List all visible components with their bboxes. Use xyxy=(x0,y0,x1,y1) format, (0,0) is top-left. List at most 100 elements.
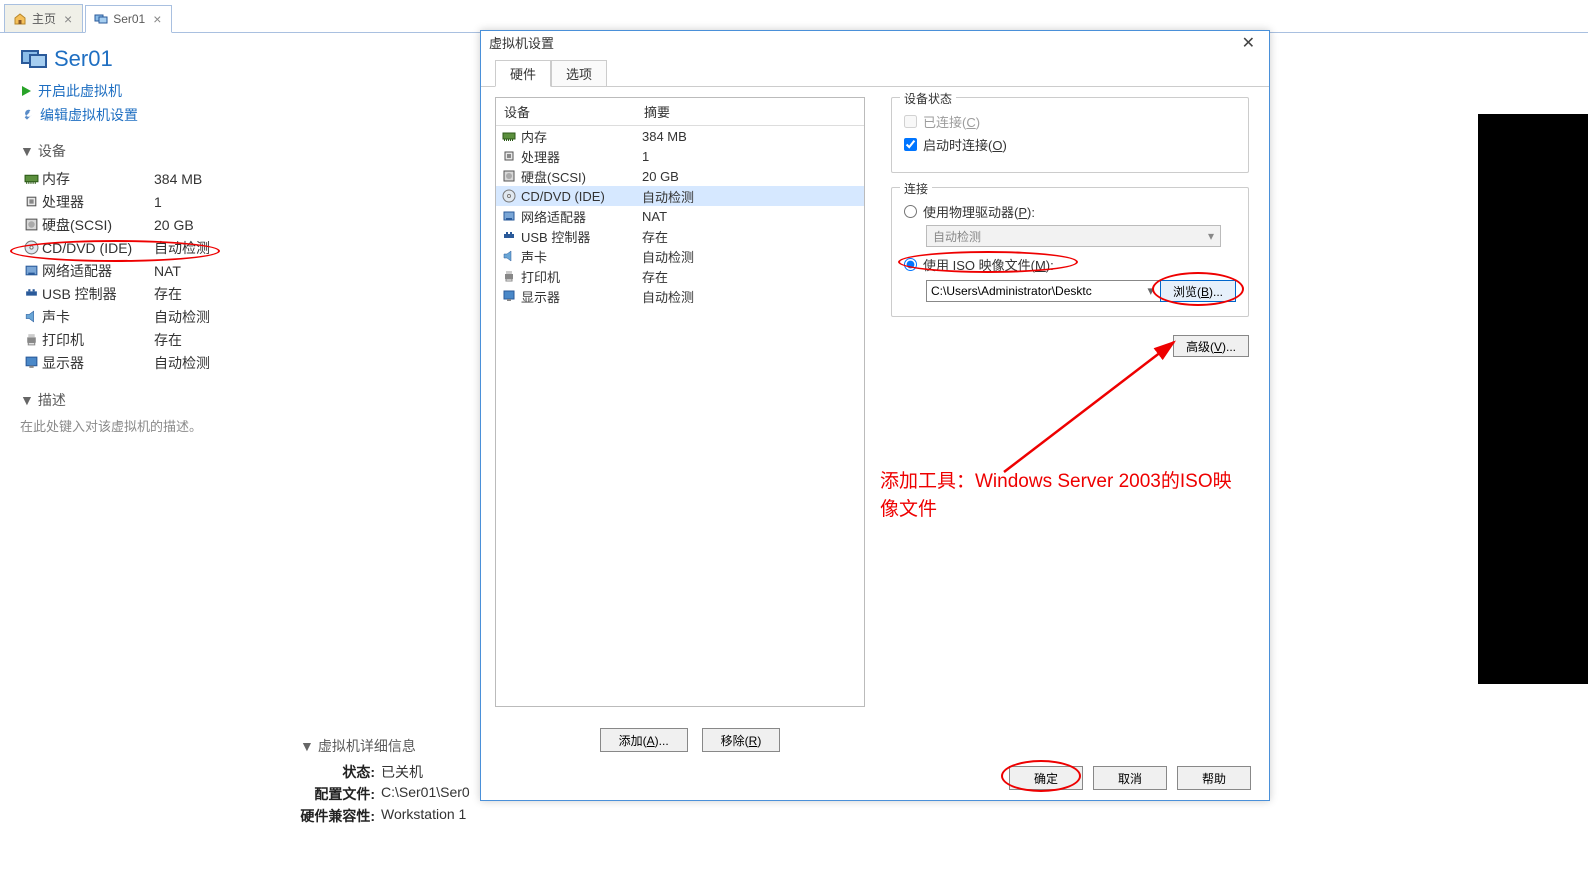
radio[interactable] xyxy=(904,205,917,218)
tab-hardware[interactable]: 硬件 xyxy=(495,60,551,87)
play-icon xyxy=(20,85,32,97)
dialog-tabs: 硬件 选项 xyxy=(481,61,1269,87)
vm-settings-dialog: 虚拟机设置 ✕ 硬件 选项 设备 摘要 内存384 MB处理器1硬盘(SCSI)… xyxy=(480,30,1270,801)
edit-settings-link[interactable]: 编辑虚拟机设置 xyxy=(20,105,460,125)
hw-name: 打印机 xyxy=(521,267,560,286)
device-row[interactable]: CD/DVD (IDE)自动检测 xyxy=(20,236,460,259)
cd-icon xyxy=(502,189,516,203)
tab-home[interactable]: 主页 × xyxy=(4,4,83,32)
hw-value: 自动检测 xyxy=(642,187,694,206)
device-name: 硬盘(SCSI) xyxy=(42,215,154,235)
chevron-down-icon: ▼ xyxy=(20,143,34,159)
section-details[interactable]: ▼虚拟机详细信息 xyxy=(300,736,470,756)
connect-on-start-checkbox[interactable]: 启动时连接(O) xyxy=(904,135,1236,154)
usb-icon xyxy=(502,229,516,243)
radio-label: 使用 ISO 映像文件(M): xyxy=(923,255,1054,274)
remove-button[interactable]: 移除(R) xyxy=(702,728,781,752)
checkbox xyxy=(904,115,917,128)
iso-path-input[interactable] xyxy=(926,280,1161,302)
hardware-row[interactable]: 硬盘(SCSI)20 GB xyxy=(496,166,864,186)
section-label: 描述 xyxy=(38,390,66,410)
memory-icon xyxy=(20,171,42,186)
use-physical-radio[interactable]: 使用物理驱动器(P): xyxy=(904,202,1236,221)
tab-options[interactable]: 选项 xyxy=(551,60,607,86)
description-placeholder[interactable]: 在此处键入对该虚拟机的描述。 xyxy=(20,416,460,435)
browse-button[interactable]: 浏览(B)... xyxy=(1160,280,1236,302)
config-value: C:\Ser01\Ser0 xyxy=(381,784,470,804)
hardware-row[interactable]: CD/DVD (IDE)自动检测 xyxy=(496,186,864,206)
state-label: 状态: xyxy=(300,762,375,782)
device-row[interactable]: 硬盘(SCSI)20 GB xyxy=(20,213,460,236)
home-icon xyxy=(13,12,27,26)
device-list: 内存384 MB处理器1硬盘(SCSI)20 GBCD/DVD (IDE)自动检… xyxy=(20,167,460,374)
hardware-row[interactable]: 声卡自动检测 xyxy=(496,246,864,266)
device-value: 1 xyxy=(154,194,162,210)
device-row[interactable]: 处理器1 xyxy=(20,190,460,213)
device-value: 自动检测 xyxy=(154,238,210,258)
device-value: 20 GB xyxy=(154,217,194,233)
nic-icon xyxy=(502,209,516,223)
add-button[interactable]: 添加(A)... xyxy=(600,728,688,752)
checkbox[interactable] xyxy=(904,138,917,151)
device-state-group: 设备状态 已连接(C) 启动时连接(O) xyxy=(891,97,1249,173)
device-name: 网络适配器 xyxy=(42,261,154,281)
vm-summary: Ser01 开启此虚拟机 编辑虚拟机设置 ▼设备 内存384 MB处理器1硬盘(… xyxy=(0,33,480,443)
link-label: 编辑虚拟机设置 xyxy=(40,105,138,125)
device-row[interactable]: 声卡自动检测 xyxy=(20,305,460,328)
section-label: 虚拟机详细信息 xyxy=(318,736,416,756)
state-value: 已关机 xyxy=(381,762,423,782)
device-value: 存在 xyxy=(154,284,182,304)
vm-details: ▼虚拟机详细信息 状态: 已关机 配置文件: C:\Ser01\Ser0 硬件兼容性… xyxy=(300,720,470,828)
hw-name: 声卡 xyxy=(521,247,547,266)
cpu-icon xyxy=(20,194,42,209)
device-name: 处理器 xyxy=(42,192,154,212)
chevron-down-icon: ▼ xyxy=(300,738,314,754)
hw-name: 处理器 xyxy=(521,147,560,166)
radio-label: 使用物理驱动器(P): xyxy=(923,202,1035,221)
hw-value: 1 xyxy=(642,149,649,164)
compat-label: 硬件兼容性: xyxy=(300,806,375,826)
hardware-row[interactable]: 内存384 MB xyxy=(496,126,864,146)
tab-vm[interactable]: Ser01 × xyxy=(85,5,172,33)
advanced-button[interactable]: 高级(V)... xyxy=(1173,335,1249,357)
legend: 连接 xyxy=(900,180,932,197)
close-icon[interactable]: × xyxy=(64,12,72,26)
close-icon[interactable]: × xyxy=(153,12,161,26)
disk-icon xyxy=(502,169,516,183)
ok-button[interactable]: 确定 xyxy=(1009,766,1083,790)
config-label: 配置文件: xyxy=(300,784,375,804)
hw-name: 硬盘(SCSI) xyxy=(521,167,586,186)
hardware-row[interactable]: 网络适配器NAT xyxy=(496,206,864,226)
hw-value: NAT xyxy=(642,209,667,224)
hardware-row[interactable]: 打印机存在 xyxy=(496,266,864,286)
check-label: 已连接(C) xyxy=(923,112,980,131)
nic-icon xyxy=(20,263,42,278)
cancel-button[interactable]: 取消 xyxy=(1093,766,1167,790)
device-row[interactable]: 打印机存在 xyxy=(20,328,460,351)
hw-name: USB 控制器 xyxy=(521,227,590,246)
hardware-row[interactable]: USB 控制器存在 xyxy=(496,226,864,246)
radio[interactable] xyxy=(904,258,917,271)
section-devices[interactable]: ▼设备 xyxy=(20,141,460,161)
physical-drive-dropdown: 自动检测 ▾ xyxy=(926,225,1221,247)
hardware-row[interactable]: 处理器 1 xyxy=(496,146,864,166)
close-button[interactable]: ✕ xyxy=(1236,31,1261,57)
display-icon xyxy=(20,355,42,370)
device-value: 384 MB xyxy=(154,171,202,187)
dropdown-value: 自动检测 xyxy=(933,228,981,245)
device-row[interactable]: USB 控制器存在 xyxy=(20,282,460,305)
list-actions: 添加(A)... 移除(R) xyxy=(505,728,875,752)
device-row[interactable]: 内存384 MB xyxy=(20,167,460,190)
display-icon xyxy=(502,289,516,303)
device-row[interactable]: 显示器自动检测 xyxy=(20,351,460,374)
hardware-row[interactable]: 显示器自动检测 xyxy=(496,286,864,306)
power-on-link[interactable]: 开启此虚拟机 xyxy=(20,81,460,101)
section-description[interactable]: ▼描述 xyxy=(20,390,460,410)
help-button[interactable]: 帮助 xyxy=(1177,766,1251,790)
device-name: 内存 xyxy=(42,169,154,189)
chevron-down-icon: ▼ xyxy=(20,392,34,408)
device-name: 声卡 xyxy=(42,307,154,327)
device-settings: 设备状态 已连接(C) 启动时连接(O) 连接 使用物理驱动器(P): xyxy=(885,97,1255,707)
device-row[interactable]: 网络适配器NAT xyxy=(20,259,460,282)
use-iso-radio[interactable]: 使用 ISO 映像文件(M): xyxy=(904,255,1236,274)
